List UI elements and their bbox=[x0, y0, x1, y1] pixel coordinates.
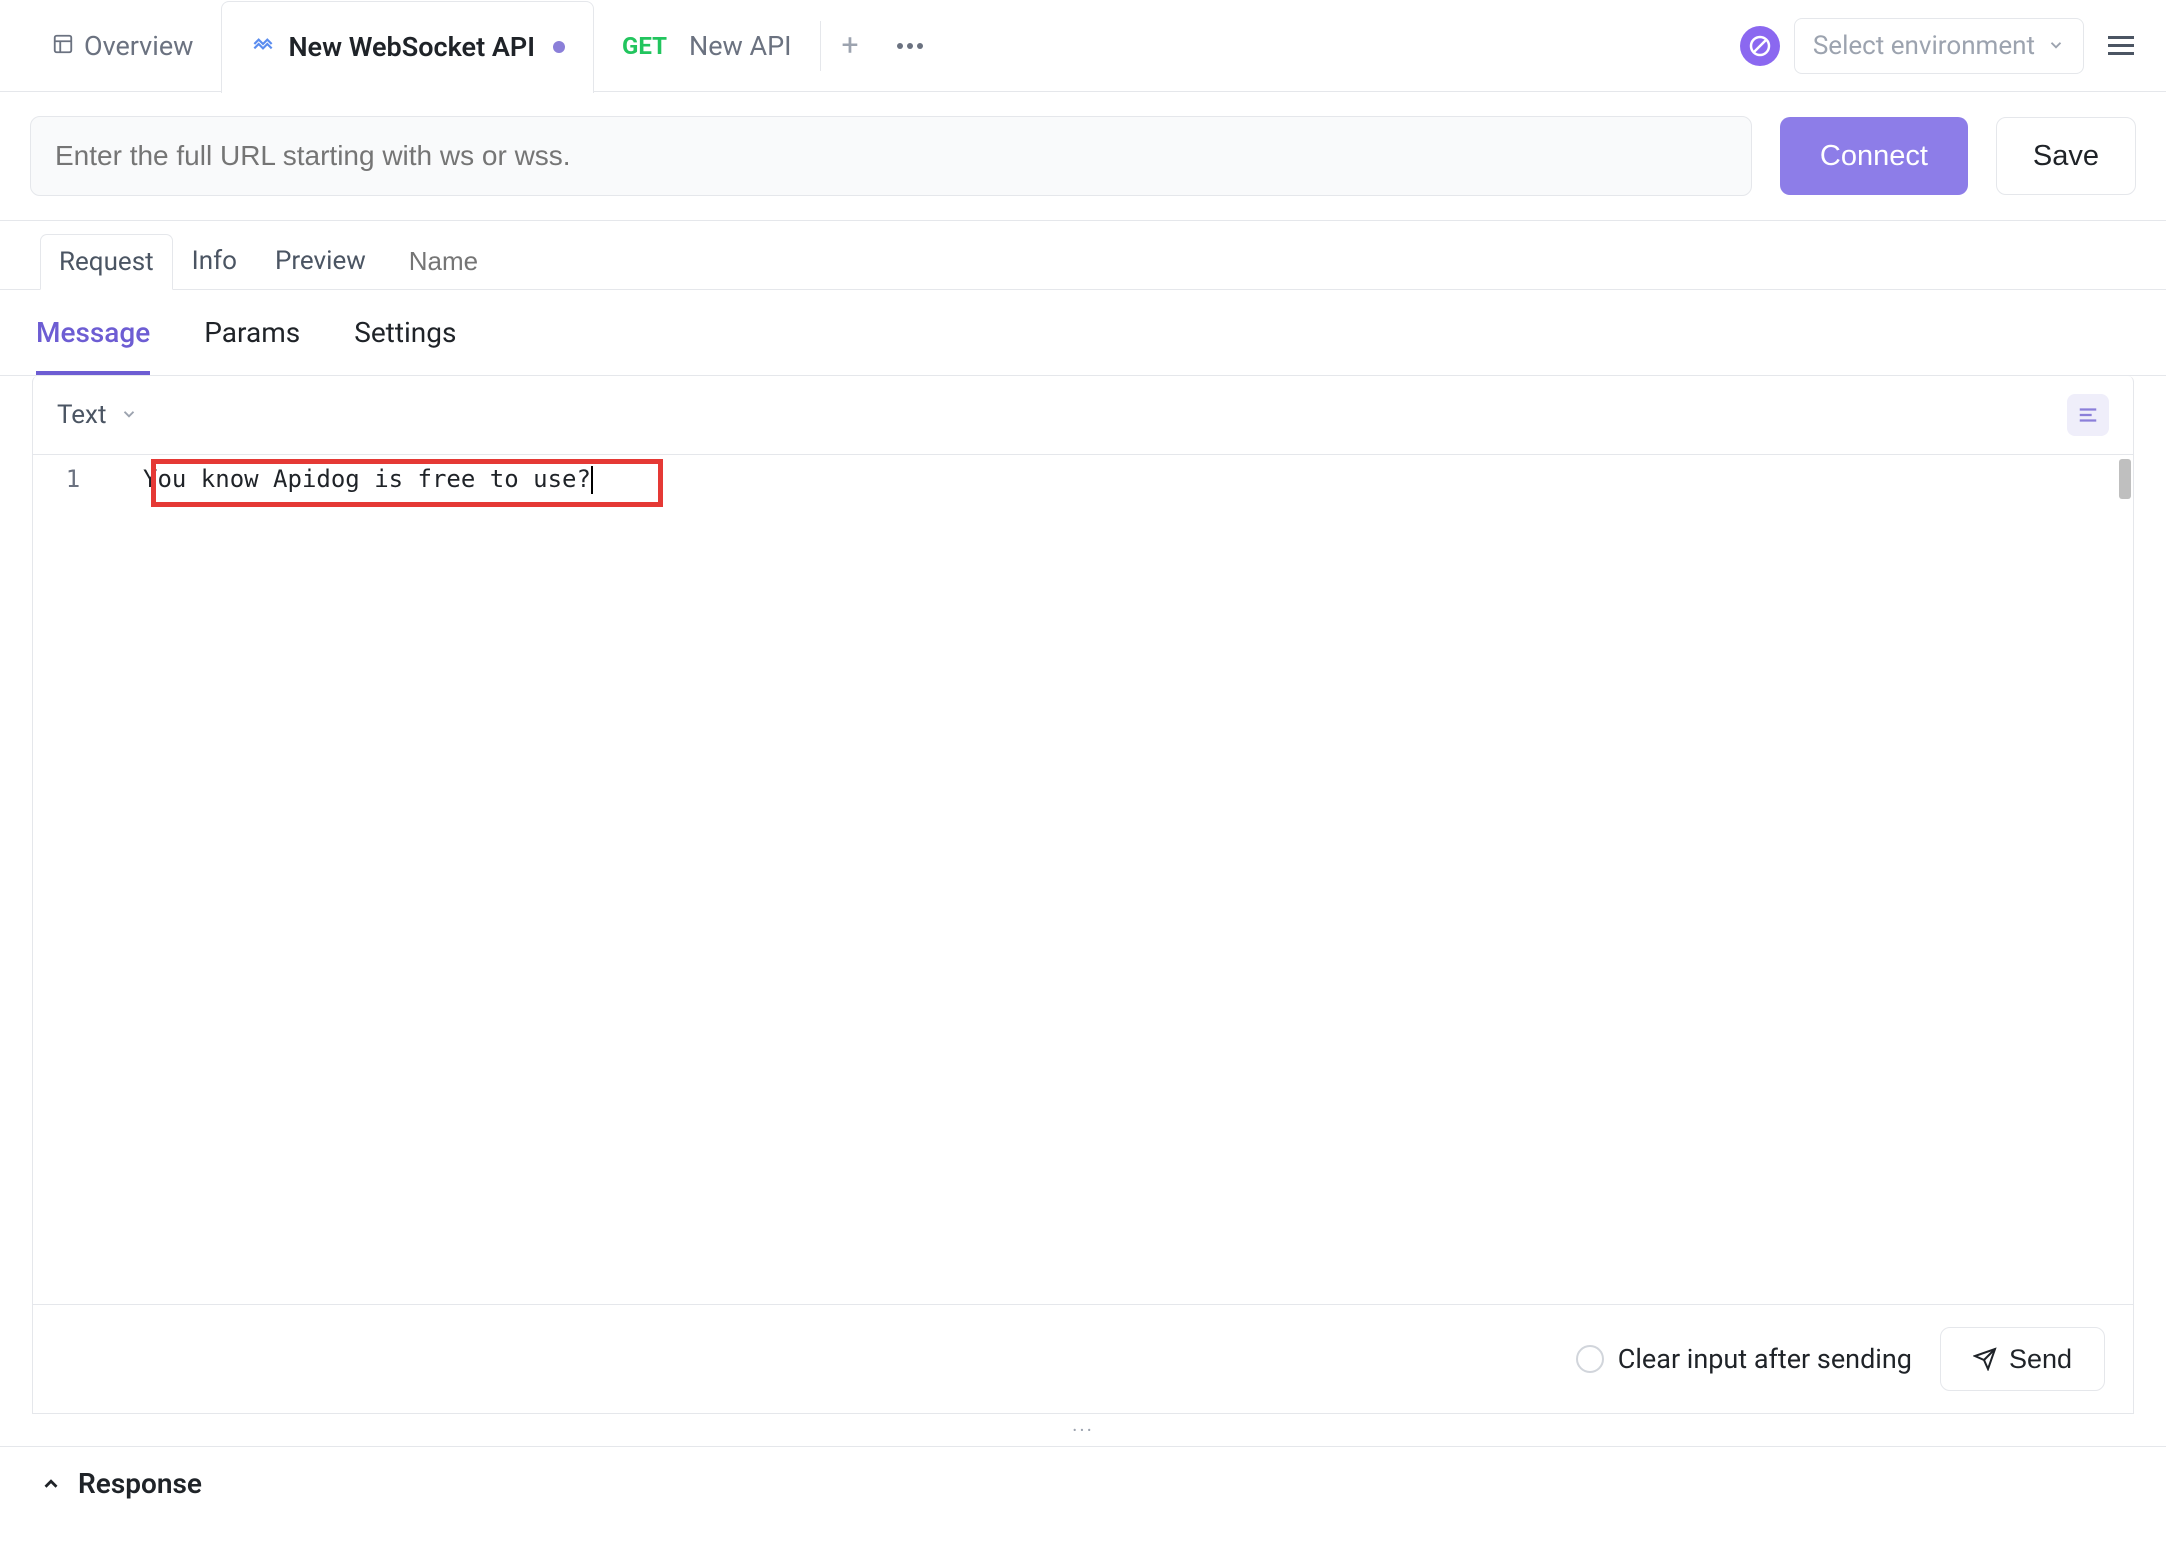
format-lines-icon bbox=[2077, 404, 2099, 426]
clear-input-label: Clear input after sending bbox=[1618, 1343, 1912, 1375]
code-line: You know Apidog is free to use? bbox=[143, 465, 593, 494]
tab-new-api[interactable]: GET New API bbox=[594, 0, 820, 92]
method-badge: GET bbox=[622, 32, 667, 60]
save-button[interactable]: Save bbox=[1996, 117, 2136, 195]
tab-bar: Overview New WebSocket API GET New API +… bbox=[0, 0, 2166, 92]
code-editor[interactable]: 1 You know Apidog is free to use? bbox=[33, 454, 2133, 1304]
chevron-down-icon bbox=[2047, 31, 2065, 61]
chevron-up-icon bbox=[40, 1473, 62, 1495]
content-tab-message[interactable]: Message bbox=[36, 316, 150, 375]
env-badge-button[interactable] bbox=[1740, 26, 1780, 66]
section-tab-info[interactable]: Info bbox=[173, 233, 256, 289]
compass-icon bbox=[1748, 34, 1772, 58]
editor-header: Text bbox=[33, 376, 2133, 454]
content-tab-params[interactable]: Params bbox=[204, 316, 300, 375]
clear-input-checkbox[interactable]: Clear input after sending bbox=[1576, 1343, 1912, 1375]
tab-websocket-api[interactable]: New WebSocket API bbox=[221, 1, 594, 93]
format-code-button[interactable] bbox=[2067, 394, 2109, 436]
name-input[interactable] bbox=[403, 240, 750, 283]
send-button[interactable]: Send bbox=[1940, 1327, 2105, 1391]
content-tabs: Message Params Settings bbox=[0, 290, 2166, 376]
chevron-down-icon bbox=[120, 400, 138, 430]
connect-button[interactable]: Connect bbox=[1780, 117, 1968, 195]
format-select-label: Text bbox=[57, 400, 106, 430]
tab-overview-label: Overview bbox=[84, 30, 193, 62]
hamburger-icon bbox=[2108, 36, 2134, 39]
section-tab-preview[interactable]: Preview bbox=[256, 233, 385, 289]
environment-select-label: Select environment bbox=[1813, 31, 2035, 61]
tab-new-api-label: New API bbox=[689, 30, 792, 62]
resize-handle[interactable]: ··· bbox=[0, 1414, 2166, 1446]
section-tabs: Request Info Preview bbox=[0, 221, 2166, 290]
menu-button[interactable] bbox=[2100, 28, 2142, 63]
line-gutter: 1 bbox=[33, 455, 113, 493]
response-label: Response bbox=[78, 1467, 202, 1500]
unsaved-dot-icon bbox=[553, 41, 565, 53]
tab-more-button[interactable] bbox=[880, 42, 940, 50]
response-toggle[interactable]: Response bbox=[0, 1446, 2166, 1534]
vertical-scrollbar[interactable] bbox=[2119, 459, 2131, 499]
tab-overview[interactable]: Overview bbox=[24, 0, 221, 92]
url-input[interactable] bbox=[30, 116, 1752, 196]
text-cursor bbox=[591, 466, 593, 494]
section-tab-request[interactable]: Request bbox=[40, 234, 173, 290]
layout-icon bbox=[52, 30, 74, 62]
editor-footer: Clear input after sending Send bbox=[33, 1304, 2133, 1413]
ellipsis-icon bbox=[896, 42, 924, 50]
plus-icon: + bbox=[842, 28, 859, 63]
url-bar: Connect Save bbox=[0, 92, 2166, 221]
checkbox-icon bbox=[1576, 1345, 1604, 1373]
send-button-label: Send bbox=[2009, 1344, 2072, 1375]
format-select[interactable]: Text bbox=[57, 400, 138, 430]
content-tab-settings[interactable]: Settings bbox=[354, 316, 456, 375]
environment-select[interactable]: Select environment bbox=[1794, 18, 2084, 74]
add-tab-button[interactable]: + bbox=[820, 21, 880, 71]
tab-active-label: New WebSocket API bbox=[288, 31, 535, 63]
editor-panel: Text 1 You know Apidog is free to use? C… bbox=[32, 376, 2134, 1414]
send-icon bbox=[1973, 1347, 1997, 1371]
websocket-icon bbox=[250, 31, 276, 64]
